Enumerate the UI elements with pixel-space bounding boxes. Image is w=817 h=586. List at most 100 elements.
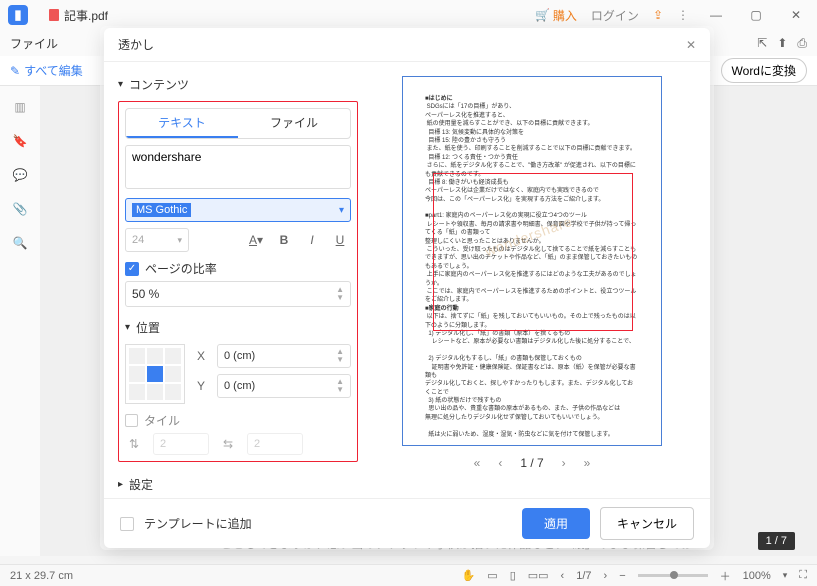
buy-label: 購入 [553,7,577,24]
statusbar: 21 x 29.7 cm ✋ ▭ ▯ ▭▭ ‹ 1/7 › − ＋ 100% ▾… [0,564,817,586]
thumbnails-icon[interactable]: ▥ [14,100,25,114]
edit-all-label: すべて編集 [24,62,83,79]
template-label: テンプレートに追加 [144,515,252,532]
chevron-down-icon: ▾ [177,235,182,246]
spinner-icon: ▲▼ [336,378,344,394]
zoom-slider[interactable] [638,574,708,577]
preview-pager: « ‹ 1 / 7 › » [474,456,591,470]
sidebar: ▥ 🔖 💬 📎 🔍 [0,86,40,556]
font-size-value: 24 [132,234,144,246]
tile-v-input: 2 [153,433,209,455]
x-label: X [197,349,209,363]
spinner-icon: ▲▼ [336,348,344,364]
bold-button[interactable]: B [273,229,295,251]
buy-link[interactable]: 🛒 購入 [535,7,577,24]
zoom-out-icon[interactable]: − [619,570,625,582]
file-menu[interactable]: ファイル [10,35,58,52]
position-grid[interactable] [125,344,185,404]
caret-down-icon: ▾ [125,322,130,333]
view-two-icon[interactable]: ▭▭ [528,569,549,582]
underline-button[interactable]: U [329,229,351,251]
ratio-input[interactable]: 50 % ▲▼ [125,281,351,307]
italic-button[interactable]: I [301,229,323,251]
file-tab-label: 記事.pdf [64,7,108,24]
view-continuous-icon[interactable]: ▯ [510,569,516,582]
tile-checkbox[interactable] [125,414,138,427]
position-label: 位置 [136,319,160,336]
pager-last[interactable]: » [584,456,591,470]
tab-file[interactable]: ファイル [238,109,350,138]
y-input[interactable]: 0 (cm) ▲▼ [217,374,351,398]
position-section[interactable]: ▾ 位置 [125,315,351,344]
edit-all-button[interactable]: ✎ すべて編集 [10,62,83,79]
fullscreen-icon[interactable]: ⛶ [799,569,807,582]
ratio-label: ページの比率 [145,260,217,277]
convert-word-button[interactable]: Wordに変換 [721,58,807,83]
preview-panel: ■はじめに SDGsには「17の目標」があり、 ペーパーレス化を推進すると、 紙… [368,72,696,498]
pager-first[interactable]: « [474,456,481,470]
tab-text[interactable]: テキスト [126,109,238,138]
cart-icon: 🛒 [535,8,550,22]
cancel-button[interactable]: キャンセル [600,507,694,540]
position-center[interactable] [147,366,163,382]
dialog-close-button[interactable]: ✕ [686,38,696,52]
contents-section[interactable]: ▾ コンテンツ [118,72,358,101]
ratio-value: 50 % [132,287,159,301]
status-pager-next[interactable]: › [604,570,608,582]
watermark-text-input[interactable]: wondershare [125,145,351,189]
tile-horizontal-icon: ⇆ [219,437,237,451]
x-value: 0 (cm) [224,350,255,362]
pager-current: 1 / 7 [520,456,543,470]
dialog-title: 透かし [118,36,154,53]
font-select[interactable]: MS Gothic ▾ [125,198,351,222]
contents-panel: テキスト ファイル wondershare MS Gothic ▾ 24 ▾ A… [118,101,358,462]
share-icon[interactable]: ⇪ [653,8,663,22]
x-input[interactable]: 0 (cm) ▲▼ [217,344,351,368]
page-dimensions: 21 x 29.7 cm [10,570,73,582]
chevron-down-icon[interactable]: ▾ [783,570,788,581]
y-value: 0 (cm) [224,380,255,392]
caret-down-icon: ▾ [118,79,123,90]
font-value: MS Gothic [132,203,191,217]
minimize-button[interactable]: ― [703,2,729,28]
pencil-icon: ✎ [10,64,20,78]
pdf-icon [48,8,60,22]
file-tab[interactable]: 記事.pdf [38,3,118,28]
login-link[interactable]: ログイン [591,7,639,24]
bookmark-icon[interactable]: 🔖 [13,134,28,148]
page-indicator: 1 / 7 [758,532,795,550]
apply-button[interactable]: 適用 [522,508,590,539]
zoom-in-icon[interactable]: ＋ [720,568,731,584]
spinner-icon: ▲▼ [336,286,344,302]
maximize-button[interactable]: ▢ [743,2,769,28]
settings-label: 設定 [129,476,153,493]
watermark-highlight [433,173,633,331]
contents-label: コンテンツ [129,76,189,93]
close-button[interactable]: ✕ [783,2,809,28]
print-icon[interactable]: ⎙ [797,36,807,51]
watermark-dialog: 透かし ✕ ▾ コンテンツ テキスト ファイル wondershare MS G… [104,28,710,548]
view-single-icon[interactable]: ▭ [487,569,497,582]
tile-h-input: 2 [247,433,303,455]
hand-tool-icon[interactable]: ✋ [462,569,476,582]
comment-icon[interactable]: 💬 [13,168,28,182]
export-icon[interactable]: ⇱ [757,36,767,51]
caret-right-icon: ▸ [118,479,123,490]
font-color-button[interactable]: A▾ [245,229,267,251]
attachment-icon[interactable]: 📎 [13,202,28,216]
search-icon[interactable]: 🔍 [13,236,28,250]
source-tabs: テキスト ファイル [125,108,351,139]
status-page[interactable]: 1/7 [576,570,591,582]
more-icon[interactable]: ⋮ [677,8,689,22]
y-label: Y [197,379,209,393]
zoom-value[interactable]: 100% [743,570,771,582]
ratio-checkbox[interactable]: ✓ [125,262,139,276]
template-checkbox[interactable] [120,517,134,531]
pager-next[interactable]: › [562,456,566,470]
pager-prev[interactable]: ‹ [498,456,502,470]
settings-section[interactable]: ▸ 設定 [118,472,358,498]
status-pager-prev[interactable]: ‹ [561,570,565,582]
font-size-select[interactable]: 24 ▾ [125,228,189,252]
app-icon: ▮ [8,5,28,25]
upload-icon[interactable]: ⬆ [777,36,787,51]
